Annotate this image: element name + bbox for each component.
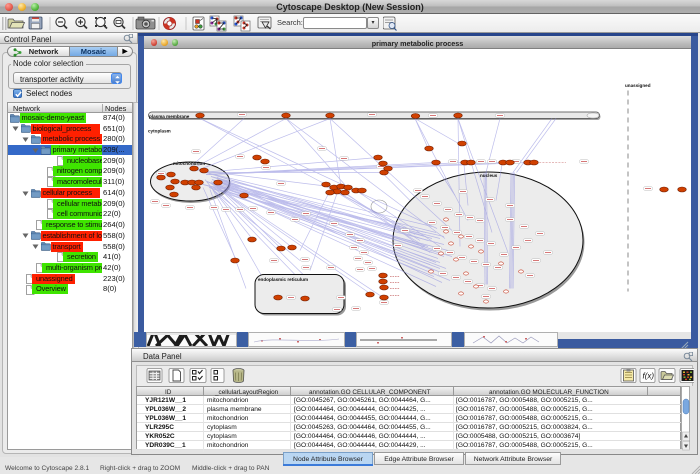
svg-text:mitochondrion: mitochondrion [173, 161, 205, 166]
svg-text:endoplasmic reticulum: endoplasmic reticulum [258, 277, 308, 282]
svg-text:f(x): f(x) [643, 372, 655, 381]
svg-text:plasma membrane: plasma membrane [149, 114, 190, 119]
svg-text:cytoplasm: cytoplasm [148, 128, 171, 133]
svg-text:nucleus: nucleus [480, 173, 498, 178]
svg-text:unassigned: unassigned [625, 83, 651, 88]
